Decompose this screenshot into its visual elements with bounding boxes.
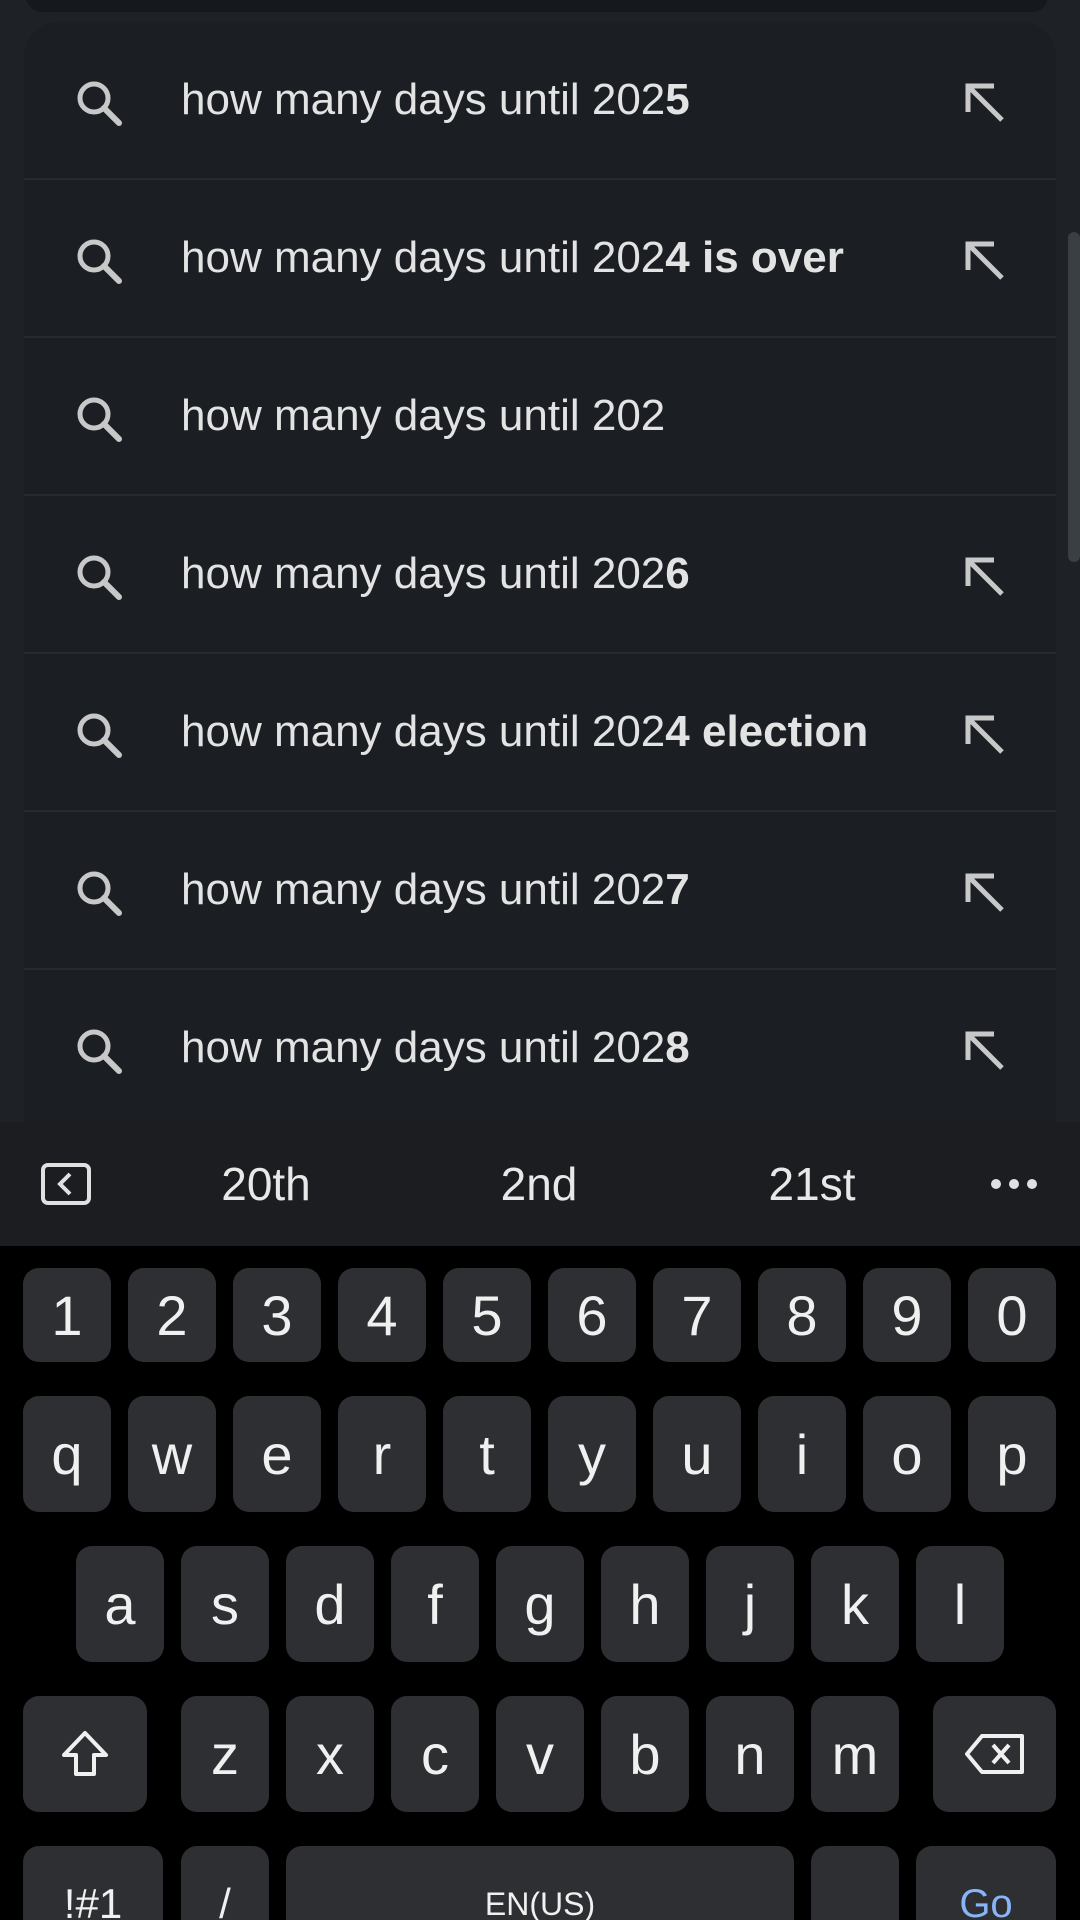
search-icon	[77, 555, 122, 600]
space-key[interactable]: EN(US)	[286, 1846, 794, 1920]
keyboard-collapse-icon[interactable]	[40, 1162, 92, 1206]
suggestion-item[interactable]: how many days until 2025	[24, 22, 1056, 180]
key-6[interactable]: 6	[548, 1268, 636, 1362]
key-2[interactable]: 2	[128, 1268, 216, 1362]
key-3[interactable]: 3	[233, 1268, 321, 1362]
key-9[interactable]: 9	[863, 1268, 951, 1362]
strip-suggestion[interactable]: 21st	[769, 1157, 856, 1211]
suggestion-item[interactable]: how many days until 2027	[24, 812, 1056, 970]
suggestion-text: how many days until 2026	[181, 549, 690, 598]
key-b[interactable]: b	[601, 1696, 689, 1812]
arrow-up-left-icon[interactable]	[964, 240, 1006, 282]
search-icon	[77, 239, 122, 284]
key-l[interactable]: l	[916, 1546, 1004, 1662]
strip-suggestion[interactable]: 20th	[221, 1157, 311, 1211]
key-j[interactable]: j	[706, 1546, 794, 1662]
screen: how many days until 2025 how many days u…	[0, 0, 1080, 1920]
key-r[interactable]: r	[338, 1396, 426, 1512]
key-v[interactable]: v	[496, 1696, 584, 1812]
suggestion-item[interactable]: how many days until 202	[24, 338, 1056, 496]
suggestion-text: how many days until 2025	[181, 75, 690, 124]
key-7[interactable]: 7	[653, 1268, 741, 1362]
key-d[interactable]: d	[286, 1546, 374, 1662]
key-t[interactable]: t	[443, 1396, 531, 1512]
suggestion-text: how many days until 2027	[181, 865, 690, 914]
key-g[interactable]: g	[496, 1546, 584, 1662]
suggestion-item[interactable]: how many days until 2024 election	[24, 654, 1056, 812]
go-key[interactable]: Go	[916, 1846, 1056, 1920]
search-icon	[77, 1029, 122, 1074]
arrow-up-left-icon[interactable]	[964, 82, 1006, 124]
arrow-up-left-icon[interactable]	[964, 556, 1006, 598]
keyboard: 20th 2nd 21st 1 2 3 4 5 6 7 8 9 0 q w e …	[0, 1122, 1080, 1920]
slash-key[interactable]: /	[181, 1846, 269, 1920]
key-n[interactable]: n	[706, 1696, 794, 1812]
arrow-up-left-icon[interactable]	[964, 1030, 1006, 1072]
key-h[interactable]: h	[601, 1546, 689, 1662]
extra-key[interactable]	[811, 1846, 899, 1920]
key-p[interactable]: p	[968, 1396, 1056, 1512]
arrow-up-left-icon[interactable]	[964, 872, 1006, 914]
search-icon	[77, 81, 122, 126]
arrow-up-left-icon[interactable]	[964, 714, 1006, 756]
key-e[interactable]: e	[233, 1396, 321, 1512]
key-x[interactable]: x	[286, 1696, 374, 1812]
suggestion-text: how many days until 2024 is over	[181, 233, 844, 282]
key-c[interactable]: c	[391, 1696, 479, 1812]
suggestion-item[interactable]: how many days until 2024 is over	[24, 180, 1056, 338]
key-f[interactable]: f	[391, 1546, 479, 1662]
strip-suggestion[interactable]: 2nd	[501, 1157, 578, 1211]
search-icon	[77, 871, 122, 916]
key-w[interactable]: w	[128, 1396, 216, 1512]
search-bar-card[interactable]	[26, 0, 1048, 12]
keyboard-suggestion-strip: 20th 2nd 21st	[0, 1122, 1080, 1246]
suggestion-list: how many days until 2025 how many days u…	[24, 22, 1056, 1122]
backspace-icon	[964, 1734, 1024, 1774]
key-q[interactable]: q	[23, 1396, 111, 1512]
suggestion-text: how many days until 202	[181, 391, 666, 440]
scrollbar[interactable]	[1068, 232, 1080, 562]
key-z[interactable]: z	[181, 1696, 269, 1812]
shift-key[interactable]	[23, 1696, 147, 1812]
key-u[interactable]: u	[653, 1396, 741, 1512]
key-a[interactable]: a	[76, 1546, 164, 1662]
shift-icon	[62, 1731, 108, 1776]
key-0[interactable]: 0	[968, 1268, 1056, 1362]
key-5[interactable]: 5	[443, 1268, 531, 1362]
key-o[interactable]: o	[863, 1396, 951, 1512]
key-k[interactable]: k	[811, 1546, 899, 1662]
key-1[interactable]: 1	[23, 1268, 111, 1362]
key-8[interactable]: 8	[758, 1268, 846, 1362]
key-m[interactable]: m	[811, 1696, 899, 1812]
suggestion-text: how many days until 2028	[181, 1023, 690, 1072]
key-4[interactable]: 4	[338, 1268, 426, 1362]
backspace-key[interactable]	[933, 1696, 1056, 1812]
key-s[interactable]: s	[181, 1546, 269, 1662]
suggestion-text: how many days until 2024 election	[181, 707, 869, 756]
search-icon	[77, 397, 122, 442]
key-y[interactable]: y	[548, 1396, 636, 1512]
key-i[interactable]: i	[758, 1396, 846, 1512]
suggestion-item[interactable]: how many days until 2028	[24, 970, 1056, 1122]
symbols-key[interactable]: !#1	[23, 1846, 163, 1920]
search-icon	[77, 713, 122, 758]
more-horizontal-icon[interactable]	[990, 1170, 1038, 1198]
suggestion-item[interactable]: how many days until 2026	[24, 496, 1056, 654]
